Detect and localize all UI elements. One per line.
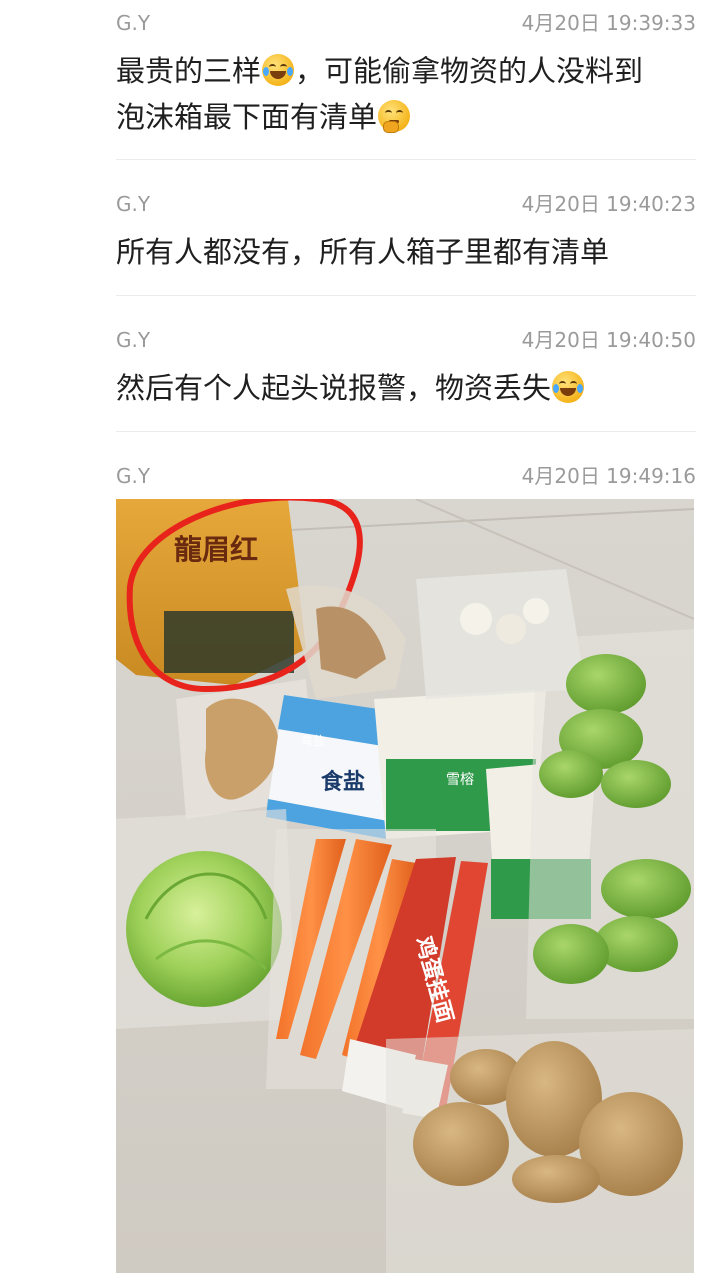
message-photo[interactable]: 龍眉红 食盐 粤盐 雪榕 鸡蛋挂面 xyxy=(116,499,694,1273)
message-text-part: 泡沫箱最下面有清单 xyxy=(116,100,378,134)
thinking-face-icon xyxy=(378,100,411,133)
message-header: G.Y 4月20日 19:49:16 xyxy=(116,461,696,491)
chayote-bag xyxy=(526,629,694,1019)
groceries-photo: 龍眉红 食盐 粤盐 雪榕 鸡蛋挂面 xyxy=(116,499,694,1273)
sender-name: G.Y xyxy=(116,328,151,352)
message-text-part: 然后有个人起头说报警，物资丢失 xyxy=(116,371,552,405)
mushroom-brand: 雪榕 xyxy=(446,772,474,788)
message-divider xyxy=(116,295,696,296)
message-divider xyxy=(116,431,696,432)
tea-brand-label: 龍眉红 xyxy=(174,533,258,566)
message-text: 最贵的三样 ，可能偷拿物资的人没料到泡沫箱最下面有清单 xyxy=(116,48,696,140)
salt-brand: 粤盐 xyxy=(301,733,325,748)
sender-name: G.Y xyxy=(116,11,151,35)
chat-message[interactable]: G.Y 4月20日 19:39:33 最贵的三样 ，可能偷拿物资的人没料到泡沫箱最… xyxy=(116,8,696,140)
salt-label: 食盐 xyxy=(321,769,365,795)
message-timestamp: 4月20日 19:40:23 xyxy=(521,192,696,216)
message-header: G.Y 4月20日 19:40:23 xyxy=(116,189,696,219)
sender-name: G.Y xyxy=(116,192,151,216)
message-header: G.Y 4月20日 19:39:33 xyxy=(116,8,696,38)
message-text-part: 最贵的三样 xyxy=(116,54,262,88)
message-text: 然后有个人起头说报警，物资丢失 xyxy=(116,365,696,411)
message-divider xyxy=(116,159,696,160)
chat-message[interactable]: G.Y 4月20日 19:49:16 xyxy=(116,461,696,491)
face-with-tears-of-joy-icon xyxy=(262,54,295,86)
chat-message[interactable]: G.Y 4月20日 19:40:50 然后有个人起头说报警，物资丢失 xyxy=(116,325,696,411)
message-timestamp: 4月20日 19:40:50 xyxy=(521,328,696,352)
message-text-part: 所有人都没有，所有人箱子里都有清单 xyxy=(116,235,610,269)
chat-history-page: G.Y 4月20日 19:39:33 最贵的三样 ，可能偷拿物资的人没料到泡沫箱最… xyxy=(0,0,724,1280)
message-header: G.Y 4月20日 19:40:50 xyxy=(116,325,696,355)
message-text-part: ，可能偷拿物资的人没料到 xyxy=(295,54,644,88)
message-timestamp: 4月20日 19:49:16 xyxy=(521,464,696,488)
face-with-tears-of-joy-icon xyxy=(552,371,585,403)
cabbage xyxy=(116,809,296,1029)
sender-name: G.Y xyxy=(116,464,151,488)
chat-message[interactable]: G.Y 4月20日 19:40:23 所有人都没有，所有人箱子里都有清单 xyxy=(116,189,696,275)
message-timestamp: 4月20日 19:39:33 xyxy=(521,11,696,35)
potatoes xyxy=(386,1029,694,1273)
message-text: 所有人都没有，所有人箱子里都有清单 xyxy=(116,229,696,275)
